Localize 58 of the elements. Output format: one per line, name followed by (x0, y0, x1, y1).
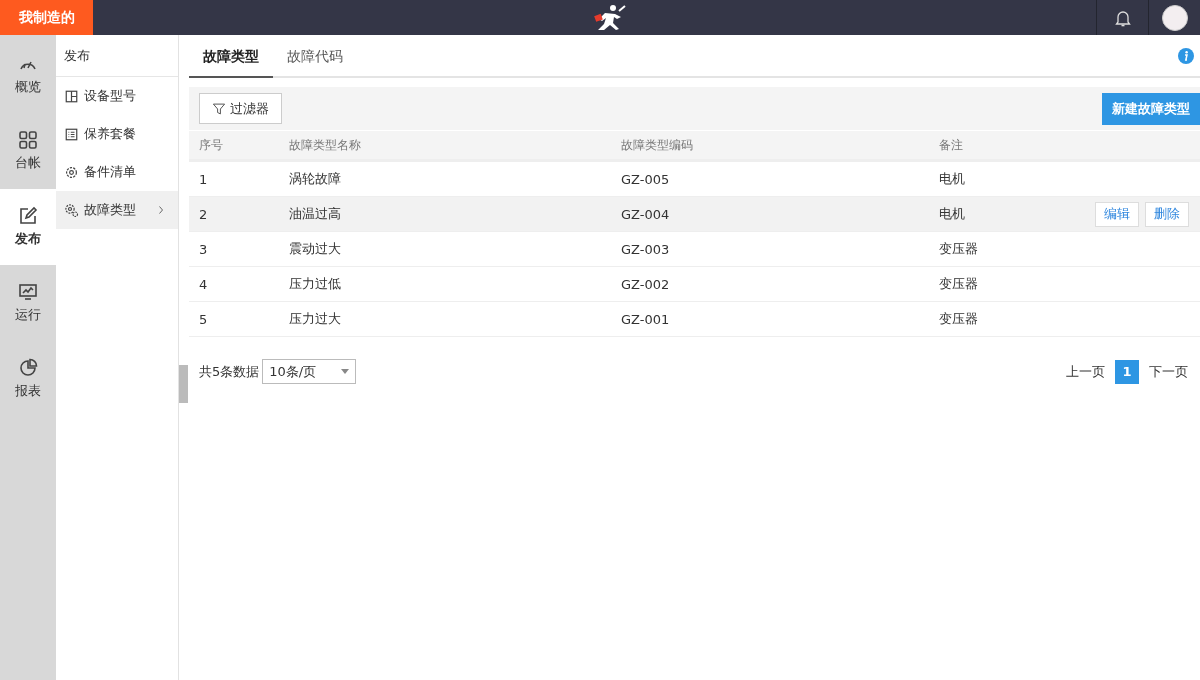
column-header: 故障类型编码 (620, 136, 694, 154)
table-cell-text: GZ-002 (620, 275, 671, 294)
pie-chart-icon (18, 358, 38, 378)
column-header: 序号 (198, 136, 224, 154)
avatar-icon (1161, 4, 1188, 31)
table-cell-text: 变压器 (938, 310, 979, 328)
table-cell-text: 5 (198, 310, 209, 329)
table-cell-text: 涡轮故障 (288, 170, 342, 188)
table-cell-text: 1 (198, 170, 209, 189)
page-size-select[interactable]: 10条/页 (262, 359, 357, 384)
edit-icon (18, 206, 38, 226)
filter-button[interactable]: 过滤器 (199, 93, 282, 124)
table-cell-text: 变压器 (938, 240, 979, 258)
delete-button[interactable]: 删除 (1145, 201, 1189, 227)
table-cell-text: 变压器 (938, 275, 979, 293)
table-cell-text: 3 (198, 240, 209, 259)
grid-icon (18, 130, 38, 150)
column-header: 备注 (938, 136, 964, 154)
table-cell-text: 震动过大 (288, 240, 342, 258)
rail-item[interactable]: 概览 (0, 37, 56, 113)
dropdown-caret-icon (341, 369, 350, 374)
filter-icon (212, 101, 226, 116)
chevron-right-icon (156, 205, 166, 215)
record-count: 共5条数据 (199, 362, 260, 381)
brand-logo: 我制造的 (0, 0, 93, 35)
layout-icon (64, 88, 79, 104)
rail-item[interactable]: 报表 (0, 341, 56, 417)
table-cell-text: 4 (198, 275, 209, 294)
table-cell-text: GZ-001 (620, 310, 671, 329)
list-icon (64, 126, 79, 142)
rail-item[interactable]: 运行 (0, 265, 56, 341)
prev-page-link[interactable]: 上一页 (1064, 362, 1107, 381)
table-cell-text: 压力过大 (288, 310, 342, 328)
tab[interactable]: 故障类型 (189, 48, 273, 78)
table-cell-text: GZ-005 (620, 170, 671, 189)
table-cell-text: 油温过高 (288, 205, 342, 223)
table-row[interactable]: 3 震动过大 GZ-003 变压器 (189, 232, 1200, 267)
table-cell-text: GZ-004 (620, 205, 671, 224)
table-cell-text: 电机 (938, 205, 966, 223)
table-row[interactable]: 4 压力过低 GZ-002 变压器 (189, 267, 1200, 302)
table-row[interactable]: 2 油温过高 GZ-004 电机 编辑 删除 (189, 197, 1200, 232)
monitor-icon (18, 282, 38, 302)
table-cell-text: GZ-003 (620, 240, 671, 259)
edit-button[interactable]: 编辑 (1095, 201, 1139, 227)
rail-item[interactable]: 发布 (0, 189, 56, 265)
rail-item[interactable]: 台帐 (0, 113, 56, 189)
gears-icon (64, 202, 79, 218)
tab[interactable]: 故障代码 (273, 48, 357, 78)
info-icon[interactable] (1178, 48, 1194, 64)
submenu-item[interactable]: 故障类型 (56, 191, 178, 229)
table-cell-text: 2 (198, 205, 209, 224)
collapse-handle[interactable] (179, 365, 188, 403)
table-row[interactable]: 5 压力过大 GZ-001 变压器 (189, 302, 1200, 337)
gear-icon (64, 164, 79, 180)
next-page-link[interactable]: 下一页 (1147, 362, 1190, 381)
table-cell-text: 电机 (938, 170, 966, 188)
table-cell-text: 压力过低 (288, 275, 342, 293)
column-header: 故障类型名称 (288, 136, 362, 154)
